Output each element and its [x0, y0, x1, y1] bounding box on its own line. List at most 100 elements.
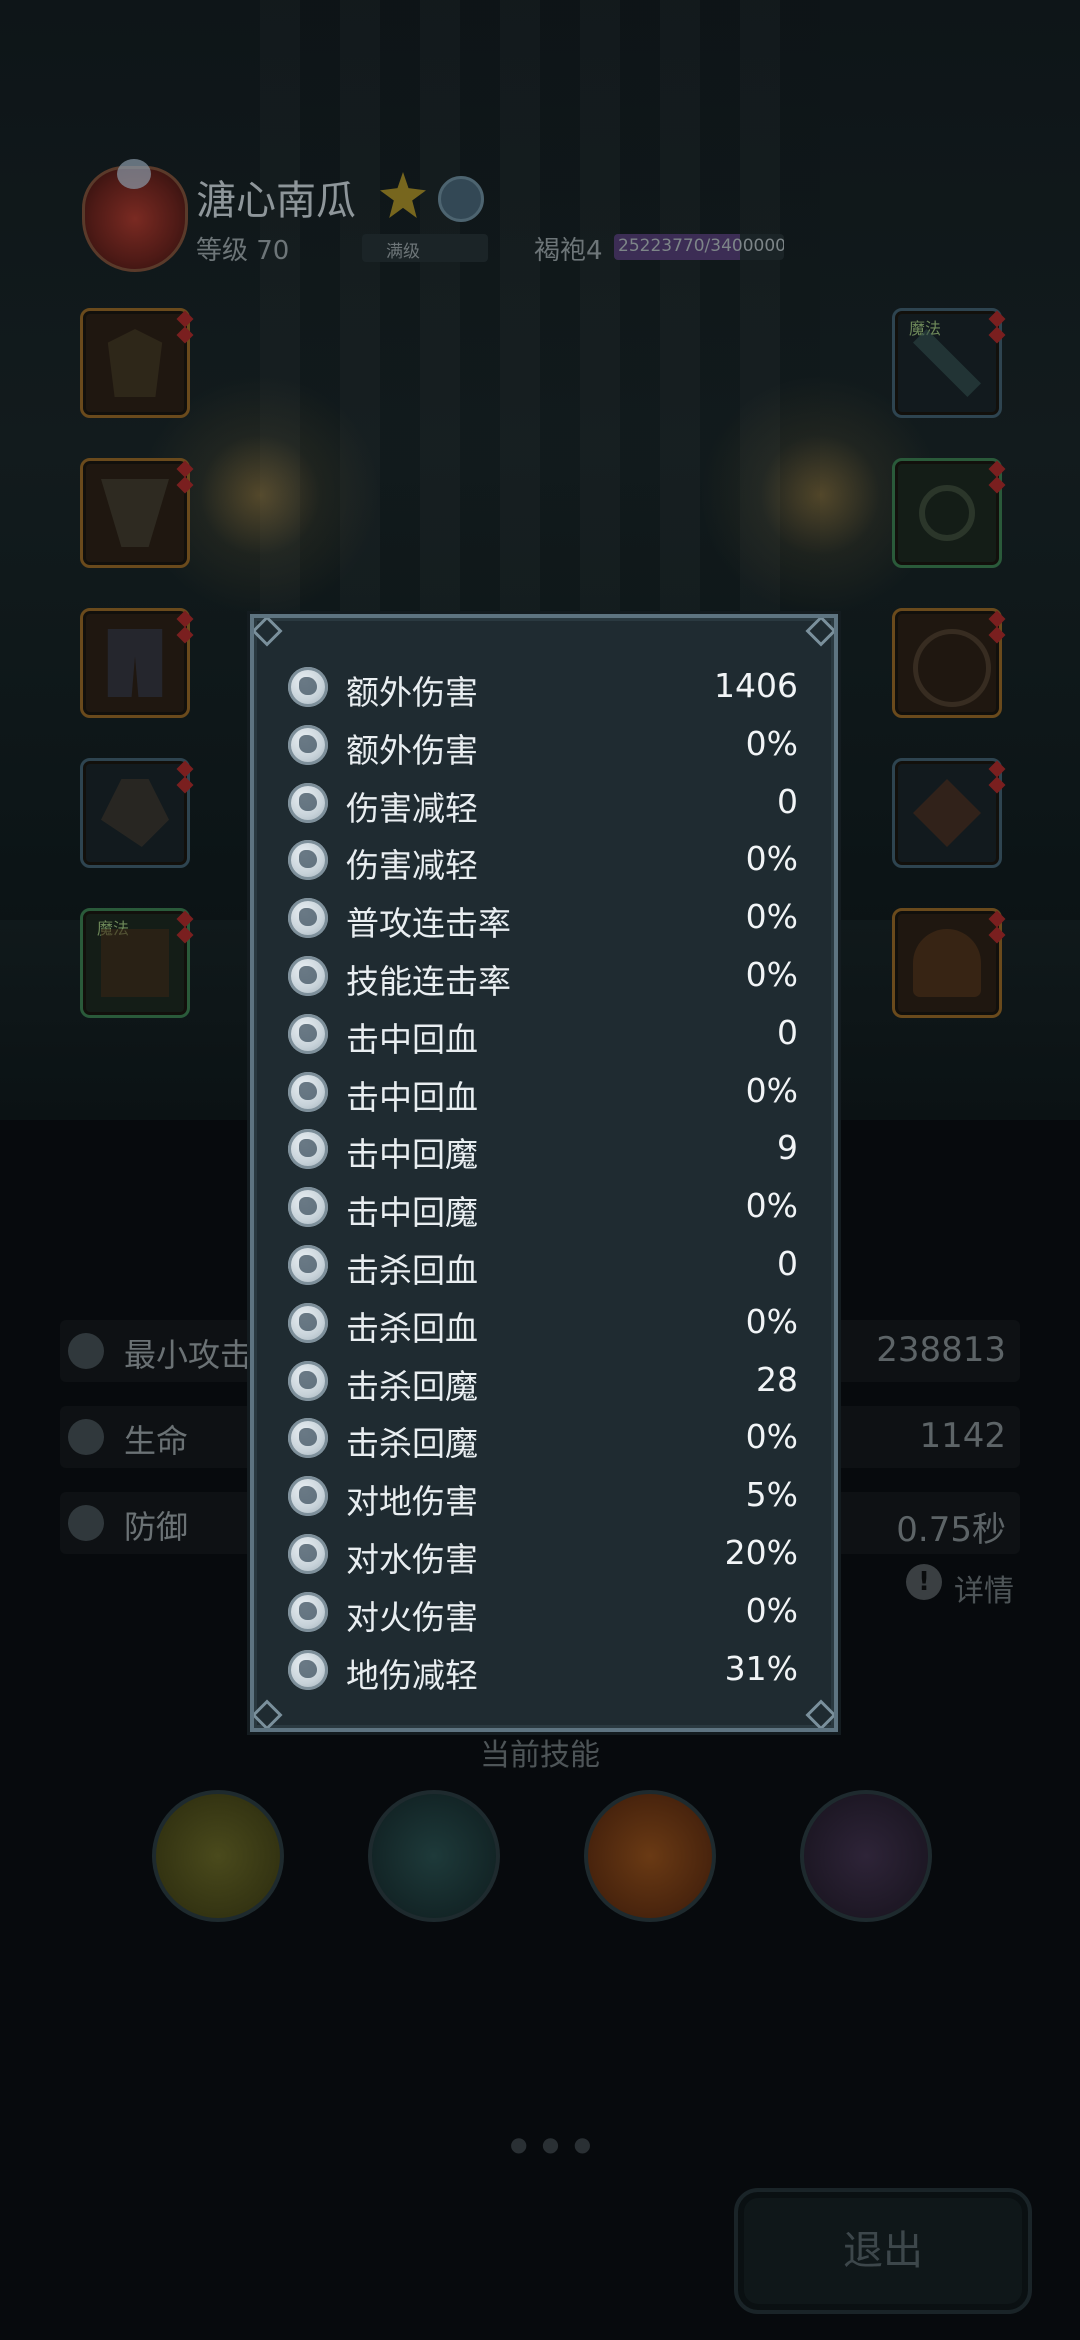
attribute-value: 20% [724, 1533, 798, 1572]
attribute-row: 伤害减轻 0 [288, 776, 798, 830]
earth-resist-icon [288, 1649, 328, 1690]
attribute-name: 对水伤害 [346, 1540, 478, 1579]
equip-slot-necklace[interactable] [892, 608, 1006, 718]
sword-icon [68, 1333, 104, 1369]
info-icon[interactable]: ! [906, 1564, 942, 1600]
rank-label: 褐袍4 [534, 236, 603, 266]
player-level: 等级 70 [196, 236, 290, 266]
equip-slot-helmet[interactable] [80, 308, 194, 418]
page-indicator: ● ● ● [510, 2132, 596, 2156]
attribute-name: 击中回血 [346, 1019, 478, 1059]
equip-slot-cape[interactable] [80, 458, 194, 568]
attribute-row: 击杀回血 0% [288, 1296, 798, 1350]
water-damage-icon [288, 1534, 328, 1574]
attribute-name: 击中回魔 [346, 1193, 478, 1233]
exp-text: 25223770/34000000 [618, 236, 784, 256]
attribute-value: 0% [745, 1186, 798, 1226]
attribute-row: 额外伤害 1406 [288, 660, 798, 714]
attribute-row: 击中回魔 0% [288, 1180, 798, 1234]
equip-slot-gloves[interactable] [80, 758, 194, 868]
attribute-row: 击杀回血 0 [288, 1238, 798, 1292]
skill-slot-water-shield[interactable] [368, 1790, 500, 1922]
equip-slot-amulet[interactable] [892, 758, 1006, 868]
skill-slot-bubbles[interactable] [152, 1790, 284, 1922]
attribute-value: 0 [777, 781, 798, 821]
attribute-name: 击中回魔 [346, 1135, 478, 1175]
crown-icon [107, 329, 163, 397]
attribute-name: 额外伤害 [346, 730, 478, 770]
attribute-row: 击中回血 0 [288, 1007, 798, 1061]
earth-damage-icon [288, 1476, 328, 1517]
attribute-value: 0% [745, 1301, 798, 1341]
skill-slot-lightning[interactable] [800, 1790, 932, 1922]
player-name: 溏心南瓜 [196, 178, 356, 224]
attribute-value: 0% [745, 839, 798, 879]
attribute-value: 0% [745, 955, 798, 994]
equip-slot-shoulder[interactable] [892, 908, 1006, 1018]
hit-mana-icon [288, 1129, 328, 1170]
attribute-value: 0% [745, 1590, 798, 1630]
kill-heal-icon [288, 1302, 328, 1343]
equip-slot-pants[interactable] [80, 608, 194, 718]
attribute-value: 31% [724, 1648, 798, 1688]
stat-label: 生命 [124, 1422, 189, 1460]
attribute-name: 击杀回魔 [346, 1424, 478, 1464]
attribute-name: 额外伤害 [346, 673, 478, 712]
attribute-value: 0 [777, 1012, 798, 1052]
attribute-value: 1406 [714, 666, 798, 705]
skill-slot-explosion[interactable] [584, 1790, 716, 1922]
attribute-name: 击杀回血 [346, 1251, 478, 1290]
ring-icon [919, 485, 975, 541]
extra-damage-icon [288, 667, 328, 707]
necklace-icon [913, 629, 991, 707]
equip-slot-armor[interactable]: 魔法 [80, 908, 194, 1018]
equip-slot-ring[interactable] [892, 458, 1006, 568]
attribute-value: 5% [745, 1475, 798, 1515]
attribute-name: 击杀回魔 [346, 1366, 478, 1406]
armor-icon [101, 929, 169, 997]
attribute-name: 击中回血 [346, 1077, 478, 1117]
extra-damage-icon [288, 724, 328, 765]
kill-mana-icon [288, 1360, 328, 1401]
sword-icon [913, 329, 981, 397]
shield-icon [68, 1505, 104, 1541]
amulet-icon [913, 779, 981, 847]
stat-value: 1142 [919, 1416, 1006, 1456]
armor-icon [288, 782, 328, 823]
equip-slot-weapon[interactable]: 魔法 [892, 308, 1006, 418]
stat-label: 防御 [124, 1508, 189, 1546]
attribute-row: 地伤减轻 31% [288, 1643, 798, 1697]
attribute-value: 0% [745, 897, 798, 937]
stat-value: 238813 [876, 1330, 1006, 1370]
attribute-value: 0% [745, 1070, 798, 1110]
exp-bar: 25223770/34000000 [614, 234, 784, 260]
attribute-value: 0% [745, 723, 798, 763]
fire-damage-icon [288, 1591, 328, 1632]
skills-title: 当前技能 [480, 1738, 600, 1773]
stat-label: 最小攻击 [124, 1336, 253, 1374]
attribute-value: 28 [756, 1359, 798, 1399]
attribute-panel[interactable]: 额外伤害 1406 额外伤害 0% 伤害减轻 0 伤害减轻 0% 普攻连击率 0% 技能连击率 0% 击… [250, 614, 838, 1732]
kill-mana-icon [288, 1418, 328, 1459]
exit-button[interactable]: 退出 [734, 2188, 1032, 2314]
cape-icon [101, 479, 169, 547]
combo-skill-icon [288, 956, 328, 996]
helmet-icon [913, 929, 981, 997]
attribute-name: 普攻连击率 [346, 904, 511, 944]
hit-heal-icon [288, 1071, 328, 1112]
attribute-row: 伤害减轻 0% [288, 833, 798, 887]
detail-link[interactable]: 详情 [954, 1566, 1014, 1610]
attribute-name: 地伤减轻 [346, 1655, 478, 1695]
attribute-row: 击中回魔 9 [288, 1122, 798, 1176]
attribute-name: 击杀回血 [346, 1308, 478, 1348]
moon-badge-icon [438, 176, 484, 222]
attribute-name: 伤害减轻 [346, 846, 478, 886]
kill-heal-icon [288, 1245, 328, 1285]
avatar[interactable] [82, 159, 188, 272]
pants-icon [107, 629, 163, 697]
attribute-value: 9 [777, 1128, 798, 1168]
hit-mana-icon [288, 1187, 328, 1228]
panel-corner [805, 618, 834, 647]
attribute-row: 普攻连击率 0% [288, 891, 798, 945]
attribute-name: 对火伤害 [346, 1597, 478, 1637]
